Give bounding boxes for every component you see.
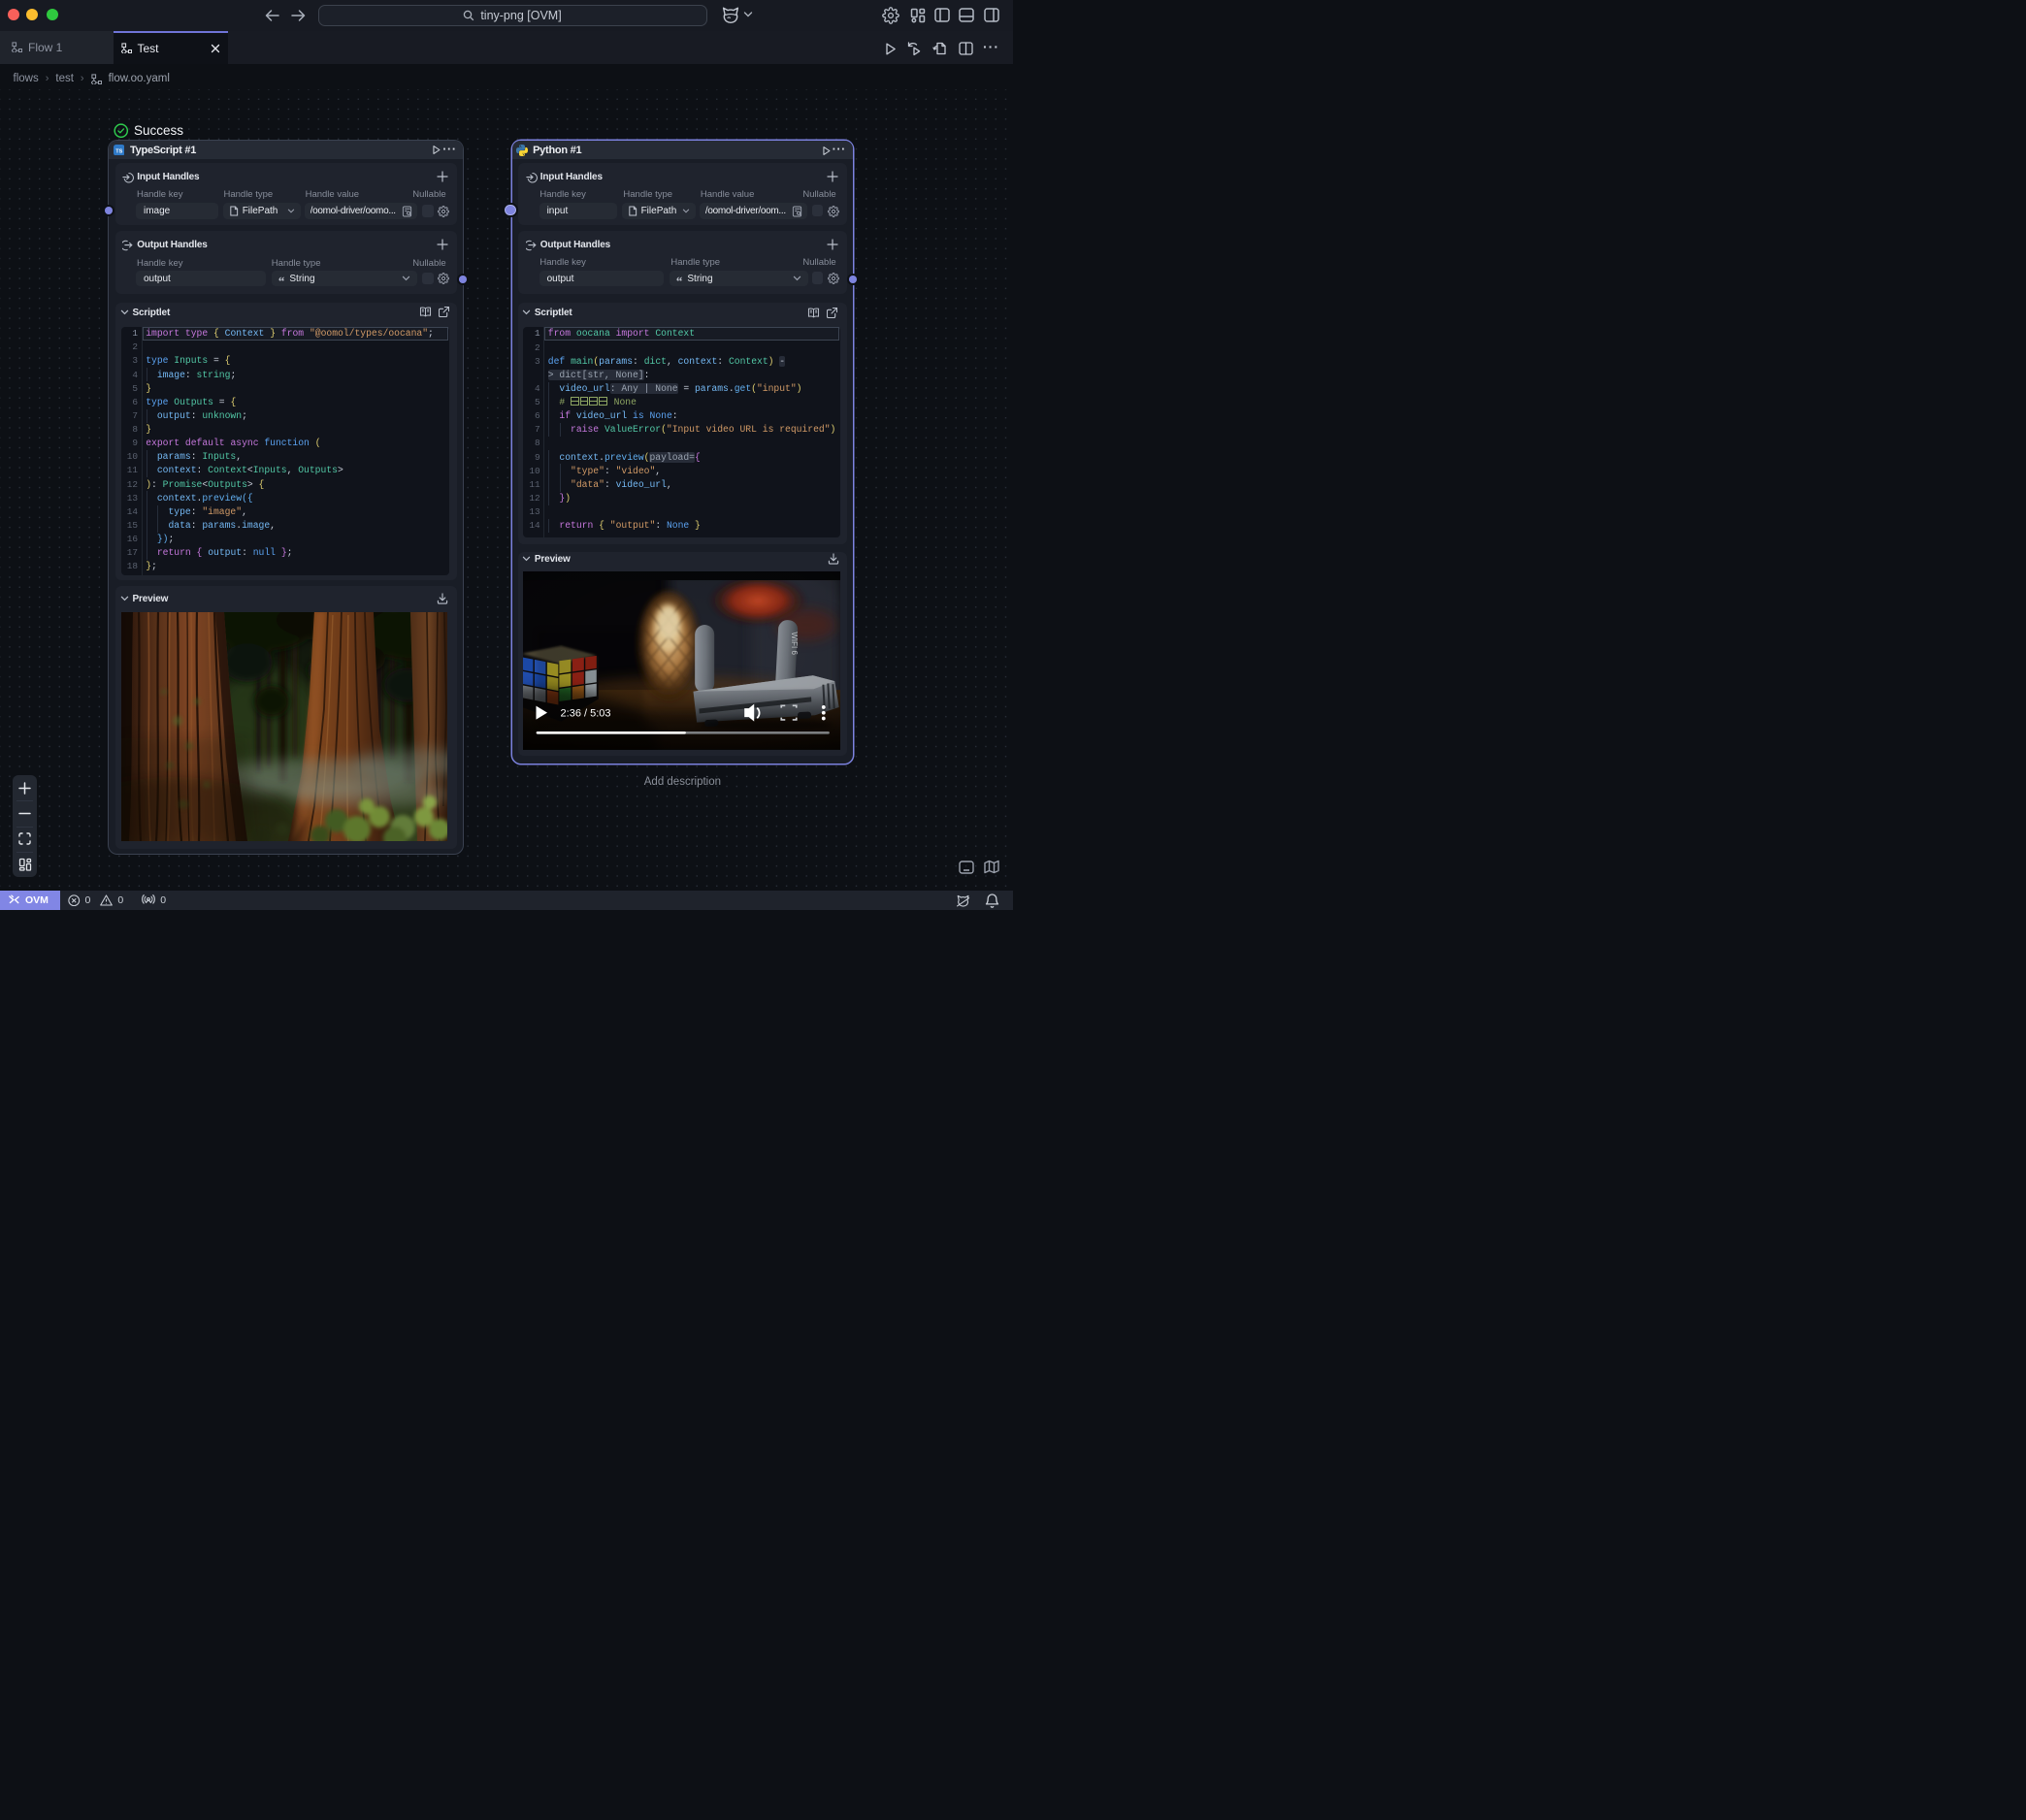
svg-text:TS: TS <box>115 148 122 154</box>
svg-text:2:36 / 5:03: 2:36 / 5:03 <box>561 708 611 720</box>
